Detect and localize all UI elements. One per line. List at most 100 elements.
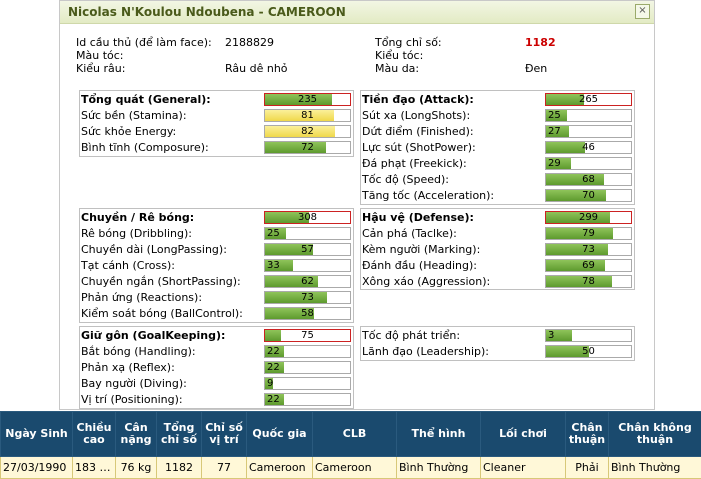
- stat-row: Tạt cánh (Cross): 33: [80, 258, 353, 274]
- table-cell: 27/03/1990: [1, 457, 73, 479]
- section-attack: Tiền đạo (Attack): 265 Sút xa (LongShots):…: [360, 90, 635, 205]
- stat-value: 3: [548, 330, 554, 341]
- stat-bar: 73: [264, 291, 351, 304]
- stat-row: Sức khỏe Energy:82: [80, 124, 353, 140]
- stat-value: 68: [546, 174, 631, 185]
- stat-bar: 299: [545, 211, 632, 224]
- stat-row: Sức bền (Stamina):81: [80, 108, 353, 124]
- table-header-row: Ngày SinhChiều caoCân nặngTổng chỉ sốChỉ…: [1, 412, 701, 457]
- stat-value: 82: [265, 126, 350, 137]
- stat-label: Lãnh đạo (Leadership):: [362, 345, 489, 358]
- stat-bar: 75: [264, 329, 351, 342]
- id-label: Id cầu thủ (để làm face):: [76, 36, 212, 49]
- table-cell: Cameroon: [247, 457, 313, 479]
- stat-bar: 46: [545, 141, 632, 154]
- stat-bar: 9: [264, 377, 351, 390]
- skin-value: Đen: [525, 62, 547, 75]
- stat-bar: 81: [264, 109, 351, 122]
- stat-row: Dứt điểm (Finished):27: [361, 124, 634, 140]
- stat-value: 25: [548, 110, 561, 121]
- stat-value: 69: [546, 260, 631, 271]
- stat-label: Đá phạt (Freekick):: [362, 157, 467, 170]
- stat-value: 70: [546, 190, 631, 201]
- stat-bar: 62: [264, 275, 351, 288]
- total-label: Tổng chỉ số:: [375, 36, 442, 49]
- stat-bar: 308: [264, 211, 351, 224]
- column-header[interactable]: Tổng chỉ số: [157, 412, 202, 457]
- stat-value: 9: [267, 378, 273, 389]
- stat-row: Tốc độ (Speed):68: [361, 172, 634, 188]
- stat-label: Vị trí (Positioning):: [81, 393, 183, 406]
- stat-label: Kèm người (Marking):: [362, 243, 480, 256]
- stat-label: Sút xa (LongShots):: [362, 109, 470, 122]
- stat-bar: 25: [545, 109, 632, 122]
- stat-row: Phản ứng (Reactions): 73: [80, 290, 353, 306]
- stat-bar: 33: [264, 259, 351, 272]
- stat-value: 265: [546, 94, 631, 105]
- skin-label: Màu da:: [375, 62, 419, 75]
- stat-bar: 25: [264, 227, 351, 240]
- stat-bar: 82: [264, 125, 351, 138]
- stat-value: 73: [546, 244, 631, 255]
- stat-bar: 3: [545, 329, 632, 342]
- stat-label: Kiểm soát bóng (BallControl):: [81, 307, 243, 320]
- stat-label: Bay người (Diving):: [81, 377, 187, 390]
- stat-value: 22: [267, 394, 280, 405]
- stat-label: Chuyền dài (LongPassing):: [81, 243, 227, 256]
- stat-label: Tốc độ phát triển:: [362, 329, 460, 342]
- column-header[interactable]: Thể hình: [397, 412, 481, 457]
- stat-label: Tạt cánh (Cross):: [81, 259, 175, 272]
- stat-row: Tăng tốc (Acceleration):70: [361, 188, 634, 204]
- stat-value: 299: [546, 212, 631, 223]
- stat-value: 73: [265, 292, 350, 303]
- stat-value: 22: [267, 362, 280, 373]
- stat-row: Bình tĩnh (Composure):72: [80, 140, 353, 156]
- column-header[interactable]: CLB: [313, 412, 397, 457]
- stat-value: 308: [265, 212, 350, 223]
- stat-value: 57: [265, 244, 350, 255]
- stat-row: Kiểm soát bóng (BallControl): 58: [80, 306, 353, 322]
- stat-value: 22: [267, 346, 280, 357]
- stat-row: Bắt bóng (Handling):22: [80, 344, 353, 360]
- stat-bar: 58: [264, 307, 351, 320]
- column-header[interactable]: Quốc gia: [247, 412, 313, 457]
- section-general: Tổng quát (General):235Sức bền (Stamina)…: [79, 90, 354, 157]
- table-row[interactable]: 27/03/1990183 cm76 kg118277CameroonCamer…: [1, 457, 701, 479]
- stat-bar: 70: [545, 189, 632, 202]
- stat-value: 62: [265, 276, 350, 287]
- window-title: Nicolas N'Koulou Ndoubena - CAMEROON: [68, 5, 346, 19]
- section-title: Giữ gôn (GoalKeeping):: [81, 329, 225, 342]
- stat-row: Đánh đầu (Heading): 69: [361, 258, 634, 274]
- table-cell: Bình Thường: [397, 457, 481, 479]
- stat-label: Cản phá (Taclke):: [362, 227, 457, 240]
- section-dribbling: Chuyền / Rê bóng:308Rê bóng (Dribbling):…: [79, 208, 354, 323]
- beard-label: Kiểu râu:: [76, 62, 125, 75]
- stat-value: 50: [546, 346, 631, 357]
- stat-row: Sút xa (LongShots): 25: [361, 108, 634, 124]
- stat-row: Tổng quát (General):235: [80, 92, 353, 108]
- column-header[interactable]: Cân nặng: [116, 412, 157, 457]
- table-cell: Cameroon: [313, 457, 397, 479]
- section-title: Hậu vệ (Defense):: [362, 211, 474, 224]
- column-header[interactable]: Lối chơi: [481, 412, 566, 457]
- column-header[interactable]: Chân không thuận: [609, 412, 701, 457]
- stat-row: Lãnh đạo (Leadership): 50: [361, 344, 634, 360]
- stat-label: Phản xạ (Reflex):: [81, 361, 175, 374]
- stat-label: Phản ứng (Reactions):: [81, 291, 202, 304]
- table-cell: 183 cm: [73, 457, 116, 479]
- column-header[interactable]: Ngày Sinh: [1, 412, 73, 457]
- column-header[interactable]: Chân thuận: [566, 412, 609, 457]
- column-header[interactable]: Chiều cao: [73, 412, 116, 457]
- stat-row: Đá phạt (Freekick):29: [361, 156, 634, 172]
- stat-row: Rê bóng (Dribbling):25: [80, 226, 353, 242]
- column-header[interactable]: Chỉ số vị trí: [202, 412, 247, 457]
- section-title: Tiền đạo (Attack):: [362, 93, 474, 106]
- stat-label: Đánh đầu (Heading):: [362, 259, 477, 272]
- stat-value: 81: [265, 110, 350, 121]
- stat-row: Xông xáo (Aggression):78: [361, 274, 634, 290]
- stat-value: 75: [265, 330, 350, 341]
- close-icon[interactable]: ×: [635, 4, 650, 19]
- stat-value: 25: [267, 228, 280, 239]
- stat-row: Hậu vệ (Defense): 299: [361, 210, 634, 226]
- stat-bar: 235: [264, 93, 351, 106]
